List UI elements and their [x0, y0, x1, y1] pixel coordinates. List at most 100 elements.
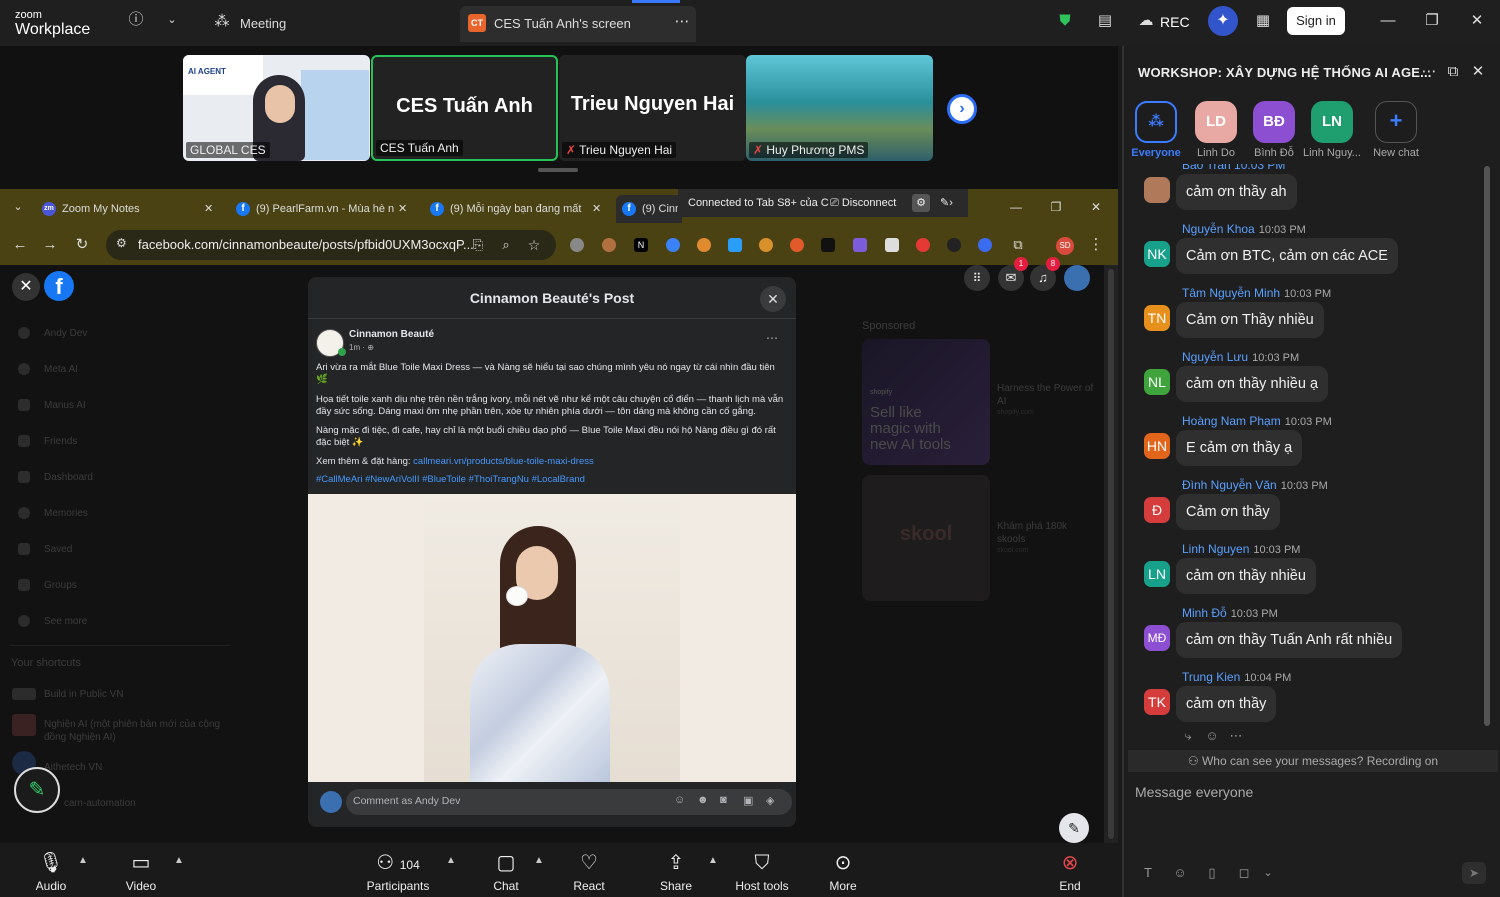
window-maximize-icon[interactable]: ❐ — [1048, 197, 1064, 217]
sidebar-item-memories[interactable]: Memories — [44, 508, 88, 519]
maximize-icon[interactable]: ❐ — [1422, 11, 1442, 31]
browser-tab-cinnamon[interactable]: f (9) Cinn — [616, 195, 682, 223]
zoom-magnifier-icon[interactable]: ⌕ — [498, 235, 514, 255]
share-options-caret-icon[interactable]: ▲ — [708, 855, 718, 866]
extension-icon[interactable] — [728, 238, 742, 252]
extension-icon[interactable] — [759, 238, 773, 252]
meeting-tab[interactable]: Meeting — [240, 16, 286, 31]
sidebar-item-meta-ai[interactable]: Meta AI — [44, 364, 78, 375]
browser-tab-zoom-notes[interactable]: zm Zoom My Notes ✕ — [42, 195, 222, 223]
ad-title[interactable]: Khám phá 180k — [997, 521, 1067, 532]
close-tab-icon[interactable]: ✕ — [204, 195, 213, 223]
more-options-icon[interactable]: ⋯ — [672, 12, 692, 32]
host-tools-button[interactable]: ⛉ Host tools — [730, 843, 794, 897]
video-tile-huy-phuong[interactable]: ✗ Huy Phương PMS — [746, 55, 933, 161]
close-modal-icon[interactable]: ✕ — [760, 286, 786, 312]
close-icon[interactable]: ✕ — [12, 273, 40, 301]
pop-out-icon[interactable]: ⧉ — [1444, 62, 1462, 82]
participants-button[interactable]: ⚇ 104 Participants — [360, 843, 436, 897]
account-avatar[interactable] — [1064, 265, 1090, 291]
info-icon[interactable]: ⓘ — [126, 10, 146, 30]
extension-icon[interactable] — [666, 238, 680, 252]
product-link[interactable]: callmeari.vn/products/blue-toile-maxi-dr… — [413, 456, 594, 467]
forward-arrow-icon[interactable]: → — [42, 235, 58, 255]
video-tile-ces-tuan-anh[interactable]: CES Tuấn Anh CES Tuấn Anh — [371, 55, 558, 161]
video-options-caret-icon[interactable]: ▲ — [174, 855, 184, 866]
shortcut-build-in-public[interactable]: Build in Public VN — [44, 689, 123, 700]
close-icon[interactable]: ✕ — [1467, 11, 1487, 31]
sidebar-item-dashboard[interactable]: Dashboard — [44, 472, 93, 483]
install-app-icon[interactable]: ⎘ — [470, 235, 486, 255]
ai-companion-button[interactable]: ✦ — [1208, 6, 1238, 36]
post-hashtags[interactable]: #CallMeAri #NewAriVolII #BlueToile #Thoi… — [316, 474, 786, 486]
recipient-everyone[interactable]: Everyone — [1126, 147, 1186, 159]
chat-scrollbar-thumb[interactable] — [1484, 166, 1490, 726]
video-tile-global-ces[interactable]: AI AGENT GLOBAL CES — [183, 55, 370, 161]
profile-avatar[interactable]: SD — [1056, 237, 1074, 255]
recipient-avatar[interactable]: LD — [1195, 101, 1237, 143]
camera-icon[interactable]: ◙ — [720, 794, 727, 806]
ad-image-shopify[interactable]: shopify Sell like magic with new AI tools — [862, 339, 990, 465]
recipient-name[interactable]: Linh Do — [1186, 147, 1246, 159]
shortcut-cam-automation[interactable]: cam-automation — [64, 798, 136, 809]
extension-icon[interactable] — [570, 238, 584, 252]
disconnect-button[interactable]: ⎚ Disconnect — [830, 189, 896, 217]
browser-tab-pearlfarm[interactable]: f (9) PearlFarm.vn - Mùa hè n ✕ — [236, 195, 414, 223]
tab-search-icon[interactable]: ⌄ — [10, 197, 26, 217]
reply-icon[interactable]: ⤷ — [1180, 726, 1196, 746]
emoji-icon[interactable]: ☺ — [1172, 863, 1188, 883]
chat-button[interactable]: ▢ Chat — [485, 843, 527, 897]
comment-input[interactable]: Comment as Andy Dev ☺ ☻ ◙ ▣ ◈ — [346, 789, 792, 815]
terminal-extension-icon[interactable] — [821, 238, 835, 252]
shortcut-aithetech[interactable]: Aithetech VN — [44, 762, 102, 773]
address-bar[interactable]: ⚙ facebook.com/cinnamonbeaute/posts/pfbi… — [106, 230, 556, 260]
close-chat-icon[interactable]: ✕ — [1469, 62, 1487, 82]
video-tile-trieu-nguyen-hai[interactable]: Trieu Nguyen Hai ✗ Trieu Nguyen Hai — [559, 55, 746, 161]
sidebar-item-manus-ai[interactable]: Manus AI — [44, 400, 86, 411]
emoji-icon[interactable]: ☻ — [697, 794, 709, 806]
ad-image-skool[interactable]: skool — [862, 475, 990, 601]
chevron-down-icon[interactable]: ⌄ — [162, 10, 182, 30]
resize-handle[interactable] — [538, 168, 578, 172]
text-format-icon[interactable]: T — [1140, 863, 1156, 883]
bookmark-star-icon[interactable]: ☆ — [526, 235, 542, 255]
rec-label[interactable]: REC — [1160, 14, 1190, 30]
sidebar-item-friends[interactable]: Friends — [44, 436, 77, 447]
sidebar-item-groups[interactable]: Groups — [44, 580, 77, 591]
file-icon[interactable]: ▯ — [1204, 863, 1220, 883]
new-chat-label[interactable]: New chat — [1366, 147, 1426, 159]
recipient-name[interactable]: Linh Nguy... — [1302, 147, 1362, 159]
chat-more-icon[interactable]: ⋯ — [1420, 62, 1438, 82]
add-reaction-icon[interactable]: ☺ — [1204, 726, 1220, 746]
window-close-icon[interactable]: ✕ — [1088, 197, 1104, 217]
extension-icon[interactable] — [853, 238, 867, 252]
message-more-icon[interactable]: ⋯ — [1228, 726, 1244, 746]
notes-icon[interactable]: ▤ — [1095, 11, 1115, 31]
extension-icon[interactable] — [790, 238, 804, 252]
post-image[interactable] — [308, 494, 796, 782]
sidebar-item-profile[interactable]: Andy Dev — [44, 328, 87, 339]
sticker-icon[interactable]: ◈ — [766, 794, 774, 807]
participants-options-caret-icon[interactable]: ▲ — [446, 855, 456, 866]
audio-button[interactable]: 🎙 Audio — [28, 843, 74, 897]
message-input[interactable]: Message everyone — [1135, 784, 1253, 800]
notion-extension-icon[interactable]: N — [634, 238, 648, 252]
minimize-icon[interactable]: — — [1378, 11, 1398, 31]
chevron-down-icon[interactable]: ⌄ — [1260, 863, 1276, 883]
post-options-icon[interactable]: ⋯ — [766, 331, 778, 345]
apps-icon[interactable]: ▦ — [1253, 11, 1273, 31]
more-button[interactable]: ⊙ More — [822, 843, 864, 897]
chat-scrollbar[interactable] — [1484, 166, 1490, 748]
extension-icon[interactable] — [947, 238, 961, 252]
chat-options-caret-icon[interactable]: ▲ — [534, 855, 544, 866]
share-button[interactable]: ⇪ Share — [654, 843, 698, 897]
close-tab-icon[interactable]: ✕ — [398, 195, 407, 223]
recipient-avatar[interactable]: LN — [1311, 101, 1353, 143]
extension-icon[interactable] — [916, 238, 930, 252]
reload-icon[interactable]: ↻ — [74, 235, 90, 255]
site-info-icon[interactable]: ⚙ — [116, 236, 127, 250]
sign-in-button[interactable]: Sign in — [1287, 7, 1345, 35]
back-arrow-icon[interactable]: ← — [12, 235, 28, 255]
gif-icon[interactable]: ▣ — [743, 794, 753, 807]
pin-icon[interactable]: ✎› — [940, 189, 953, 217]
